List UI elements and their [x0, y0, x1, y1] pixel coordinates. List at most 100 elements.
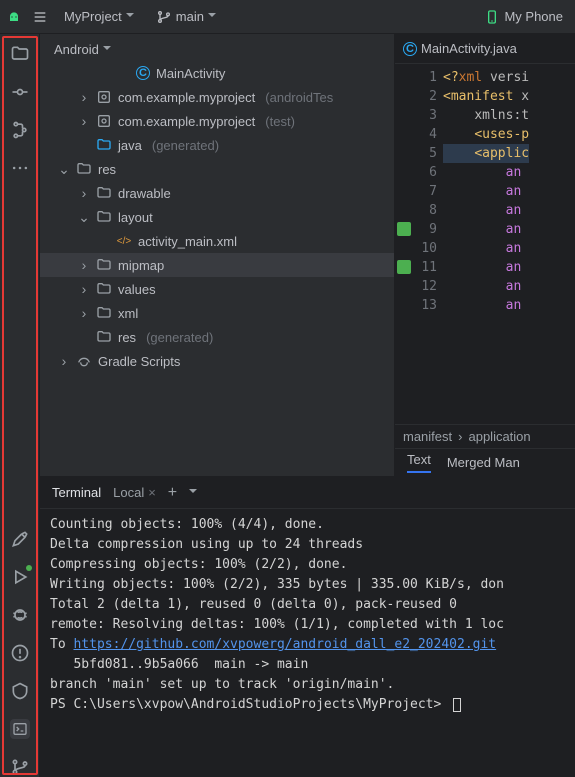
- breadcrumb-item[interactable]: application: [468, 429, 530, 444]
- chevron-down-icon: [208, 9, 216, 24]
- tree-node[interactable]: layout: [40, 205, 394, 229]
- project-selector[interactable]: MyProject: [58, 7, 140, 26]
- problems-tool-icon[interactable]: [10, 643, 30, 663]
- java-class-icon: C: [136, 66, 150, 80]
- commit-tool-icon[interactable]: [10, 82, 30, 102]
- tree-node[interactable]: drawable: [40, 181, 394, 205]
- tree-node-label: MainActivity: [156, 66, 225, 81]
- tree-node-label: layout: [118, 210, 153, 225]
- expand-icon[interactable]: [78, 185, 90, 201]
- folder-icon: [96, 257, 112, 273]
- gutter-run-icon[interactable]: [397, 222, 411, 236]
- tree-node[interactable]: Gradle Scripts: [40, 349, 394, 373]
- project-view-selector[interactable]: Android: [40, 34, 394, 61]
- expand-icon[interactable]: [58, 161, 70, 178]
- app-quality-tool-icon[interactable]: [10, 681, 30, 701]
- folder-icon: [96, 329, 112, 345]
- terminal-title: Terminal: [52, 485, 101, 500]
- tree-node-suffix: (androidTes: [265, 90, 333, 105]
- tree-node[interactable]: C MainActivity: [40, 61, 394, 85]
- tree-node-label: Gradle Scripts: [98, 354, 180, 369]
- editor-code-area[interactable]: <?xml versi<manifest x xmlns:t <uses-p <…: [443, 64, 529, 424]
- tree-node[interactable]: xml: [40, 301, 394, 325]
- tree-node-label: mipmap: [118, 258, 164, 273]
- gutter-run-icon[interactable]: [397, 260, 411, 274]
- editor-bottom-tab-text[interactable]: Text: [407, 452, 431, 473]
- tree-node[interactable]: com.example.myproject(test): [40, 109, 394, 133]
- more-tool-icon[interactable]: [10, 158, 30, 178]
- editor-breadcrumb[interactable]: manifest › application: [395, 424, 575, 448]
- git-remote-link[interactable]: https://github.com/xvpowerg/android_dall…: [73, 637, 496, 652]
- editor-bottom-tab-merged[interactable]: Merged Man: [447, 455, 520, 470]
- tree-node-label: activity_main.xml: [138, 234, 237, 249]
- tree-node-label: res: [98, 162, 116, 177]
- gradle-icon: [76, 353, 92, 369]
- tree-node-label: values: [118, 282, 156, 297]
- expand-icon[interactable]: [78, 281, 90, 297]
- branch-icon: [156, 9, 172, 25]
- tree-node-suffix: (generated): [152, 138, 219, 153]
- project-tool-icon[interactable]: [10, 44, 30, 64]
- tree-node-suffix: (test): [265, 114, 295, 129]
- code-editor: C MainActivity.java 12345678910111213 <?…: [395, 34, 575, 476]
- project-view-mode: Android: [54, 42, 99, 57]
- device-name: My Phone: [504, 9, 563, 24]
- run-tool-icon[interactable]: [10, 567, 30, 587]
- tree-node[interactable]: values: [40, 277, 394, 301]
- vcs-tool-icon[interactable]: [10, 757, 30, 777]
- project-name: MyProject: [64, 9, 122, 24]
- tree-node[interactable]: java (generated): [40, 133, 394, 157]
- tree-node[interactable]: com.example.myproject (androidTes: [40, 85, 394, 109]
- branch-selector[interactable]: main: [150, 7, 222, 27]
- chevron-down-icon: [126, 9, 134, 24]
- device-selector[interactable]: My Phone: [478, 7, 569, 27]
- phone-icon: [484, 9, 500, 25]
- javadir-icon: [96, 137, 112, 153]
- tree-node[interactable]: </> activity_main.xml: [40, 229, 394, 253]
- tree-node-label: drawable: [118, 186, 171, 201]
- xml-file-icon: </>: [116, 233, 132, 249]
- terminal-output[interactable]: Counting objects: 100% (4/4), done. Delt…: [40, 509, 575, 777]
- debug-tool-icon[interactable]: [10, 605, 30, 625]
- tree-node-label: java: [118, 138, 142, 153]
- editor-tab[interactable]: C MainActivity.java: [403, 41, 517, 56]
- chevron-right-icon: ›: [458, 429, 462, 444]
- expand-icon[interactable]: [58, 353, 70, 369]
- expand-icon[interactable]: [78, 305, 90, 321]
- folder-icon: [96, 209, 112, 225]
- breadcrumb-item[interactable]: manifest: [403, 429, 452, 444]
- branch-name: main: [176, 9, 204, 24]
- tree-node-label: res: [118, 330, 136, 345]
- expand-icon[interactable]: [78, 113, 90, 129]
- structure-tool-icon[interactable]: [10, 120, 30, 140]
- chevron-down-icon[interactable]: [189, 485, 197, 500]
- left-tool-rail: [0, 34, 40, 777]
- project-tree: Android C MainActivity com.example.myproje…: [40, 34, 395, 476]
- folder-icon: [96, 281, 112, 297]
- tree-node-suffix: (generated): [146, 330, 213, 345]
- tree-node[interactable]: res (generated): [40, 325, 394, 349]
- editor-gutter[interactable]: 12345678910111213: [395, 64, 443, 424]
- expand-icon[interactable]: [78, 257, 90, 273]
- main-menu-icon[interactable]: [32, 9, 48, 25]
- tree-node-label: xml: [118, 306, 138, 321]
- folder-icon: [76, 161, 92, 177]
- expand-icon[interactable]: [78, 209, 90, 226]
- java-class-icon: C: [403, 42, 417, 56]
- terminal-cursor: [453, 698, 461, 712]
- terminal-tab[interactable]: Local ×: [113, 485, 156, 500]
- close-icon[interactable]: ×: [148, 485, 156, 500]
- chevron-down-icon: [103, 42, 111, 57]
- folder-icon: [96, 185, 112, 201]
- terminal-tool-icon[interactable]: [10, 719, 30, 739]
- folder-icon: [96, 305, 112, 321]
- android-logo-icon: [6, 9, 22, 25]
- terminal-panel: Terminal Local × + Counting objects: 100…: [40, 477, 575, 777]
- add-terminal-icon[interactable]: +: [168, 484, 177, 502]
- expand-icon[interactable]: [78, 89, 90, 105]
- tree-node-label: com.example.myproject: [118, 90, 255, 105]
- tree-node[interactable]: res: [40, 157, 394, 181]
- tree-node[interactable]: mipmap: [40, 253, 394, 277]
- build-tool-icon[interactable]: [10, 529, 30, 549]
- top-toolbar: MyProject main My Phone: [0, 0, 575, 34]
